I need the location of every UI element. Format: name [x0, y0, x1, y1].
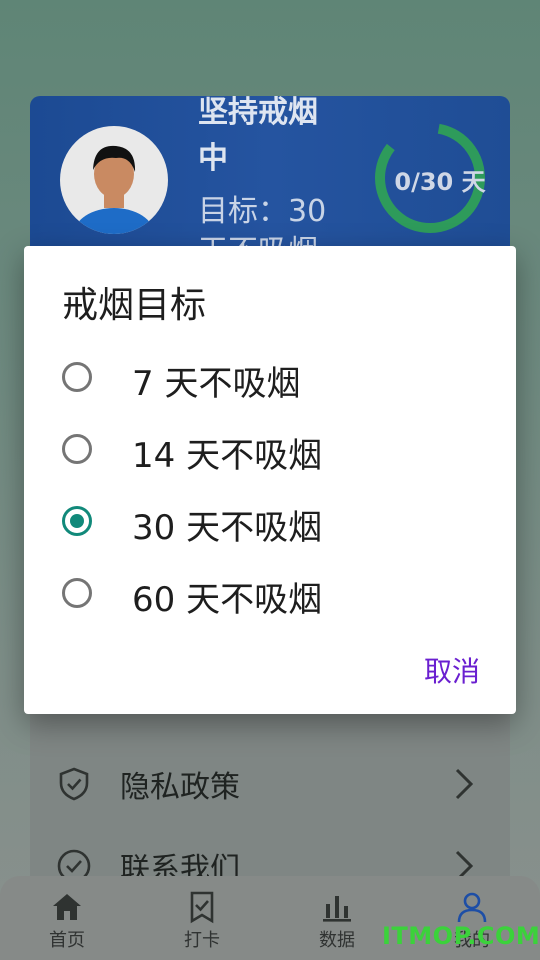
radio-button-selected[interactable] [62, 506, 92, 536]
cancel-button[interactable]: 取消 [424, 650, 480, 690]
option-label: 60 天不吸烟 [132, 580, 323, 620]
goal-dialog: 戒烟目标 7 天不吸烟 14 天不吸烟 30 天不吸烟 60 天不吸烟 取消 [24, 246, 516, 714]
option-60-days[interactable]: 60 天不吸烟 [24, 560, 516, 630]
option-label: 30 天不吸烟 [132, 508, 323, 548]
option-label: 7 天不吸烟 [132, 364, 301, 404]
radio-button[interactable] [62, 362, 92, 392]
dialog-title: 戒烟目标 [62, 285, 207, 326]
radio-button[interactable] [62, 434, 92, 464]
option-30-days[interactable]: 30 天不吸烟 [24, 488, 516, 558]
option-7-days[interactable]: 7 天不吸烟 [24, 344, 516, 414]
radio-button[interactable] [62, 578, 92, 608]
option-label: 14 天不吸烟 [132, 436, 323, 476]
option-14-days[interactable]: 14 天不吸烟 [24, 416, 516, 486]
